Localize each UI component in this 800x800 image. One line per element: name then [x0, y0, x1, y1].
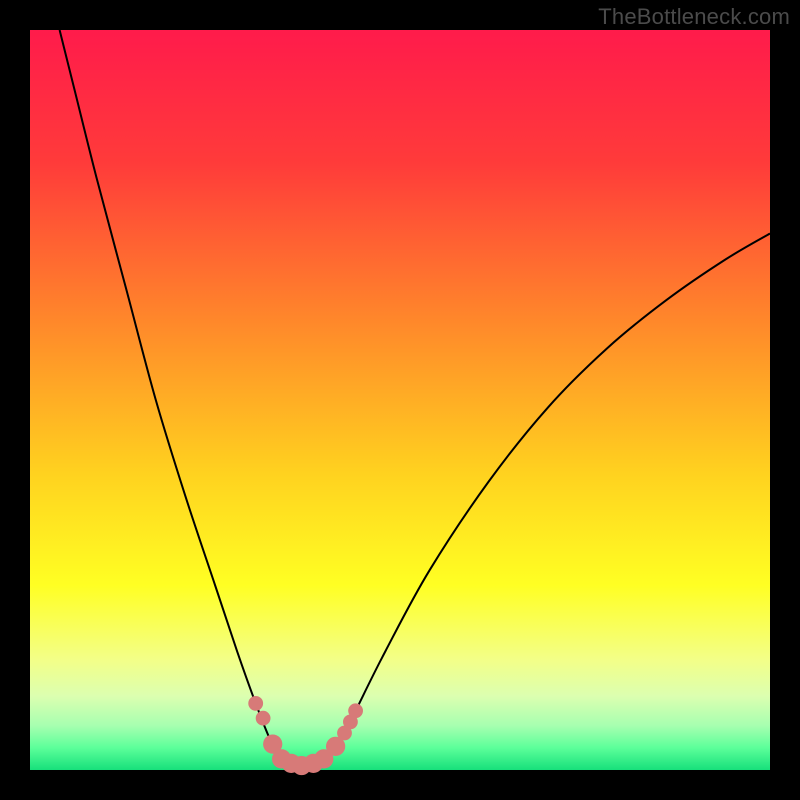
chart-frame: TheBottleneck.com: [0, 0, 800, 800]
curve-marker: [248, 696, 263, 711]
curve-marker: [348, 703, 363, 718]
plot-background: [30, 30, 770, 770]
curve-marker: [256, 711, 271, 726]
bottleneck-chart: [0, 0, 800, 800]
